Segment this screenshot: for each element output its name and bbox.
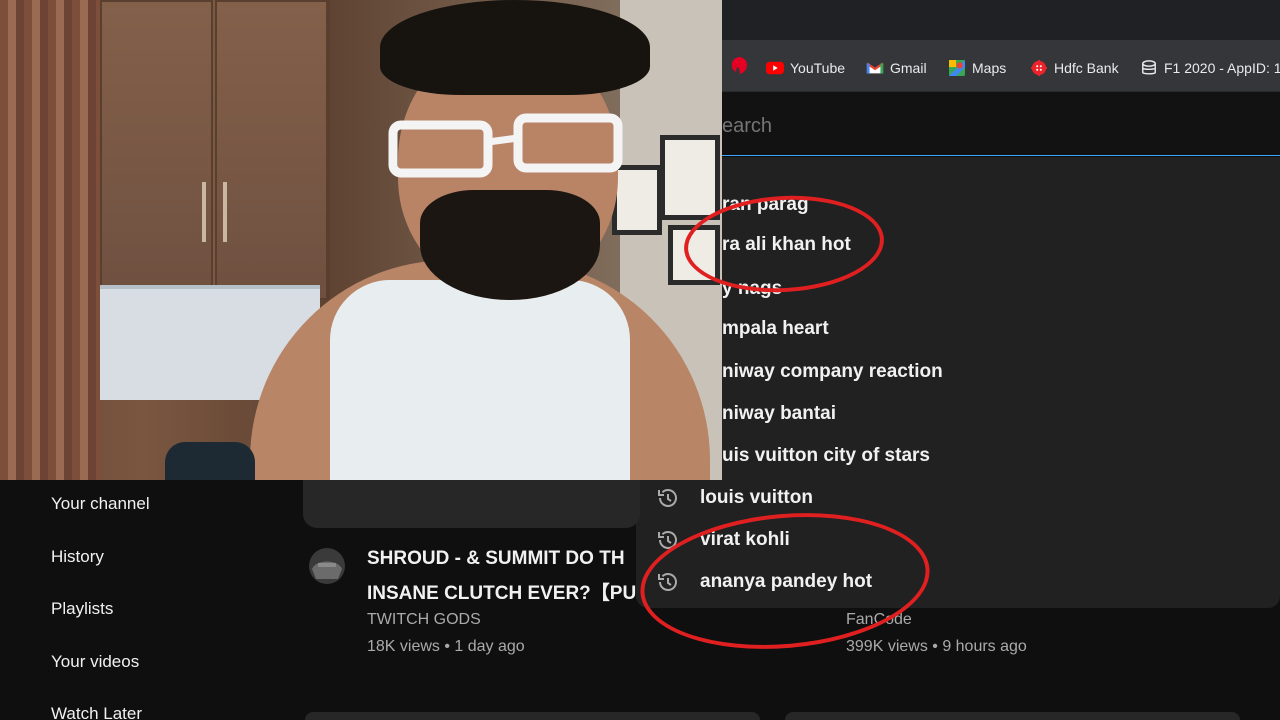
- browser-tabstrip: [722, 0, 1280, 40]
- sidebar: [0, 480, 300, 720]
- bookmark-label: Gmail: [890, 60, 927, 76]
- gmail-icon: [866, 62, 884, 74]
- pinterest-icon[interactable]: [730, 56, 748, 76]
- suggestion-item[interactable]: virat kohli: [700, 529, 790, 551]
- picture-frame: [668, 225, 720, 285]
- suggestion-item[interactable]: ra ali khan hot: [722, 234, 851, 256]
- suggestion-item[interactable]: niway company reaction: [722, 361, 943, 383]
- sidebar-item-watch-later[interactable]: Watch Later: [51, 704, 142, 720]
- video-channel-name[interactable]: TWITCH GODS: [367, 611, 481, 629]
- database-icon: [1142, 60, 1156, 75]
- sidebar-item-playlists[interactable]: Playlists: [51, 599, 113, 619]
- video-channel-name[interactable]: FanCode: [846, 611, 912, 629]
- suggestion-item[interactable]: ran parag: [722, 194, 809, 218]
- bookmark-maps[interactable]: Maps: [948, 58, 1006, 78]
- suggestion-item[interactable]: mpala heart: [722, 318, 829, 340]
- person-beard: [420, 190, 600, 300]
- youtube-icon: [766, 61, 784, 75]
- video-title[interactable]: INSANE CLUTCH EVER?【PU: [367, 578, 667, 605]
- glasses-icon: [388, 113, 623, 178]
- channel-avatar[interactable]: [304, 547, 350, 585]
- bookmark-label: YouTube: [790, 60, 846, 76]
- webcam-overlay: [0, 0, 722, 480]
- person-hair: [380, 0, 650, 95]
- video-thumbnail[interactable]: [305, 712, 760, 720]
- hdfc-icon: [1031, 60, 1047, 76]
- suggestion-item[interactable]: y nags: [722, 278, 782, 300]
- bookmark-gmail[interactable]: Gmail: [866, 58, 927, 78]
- microphone: [165, 442, 255, 480]
- suggestion-item[interactable]: ananya pandey hot: [700, 571, 872, 593]
- curtain: [0, 0, 100, 480]
- wardrobe: [100, 0, 330, 300]
- suggestion-item[interactable]: uis vuitton city of stars: [722, 445, 930, 467]
- maps-icon: [949, 60, 965, 76]
- history-icon: [658, 489, 677, 507]
- sidebar-item-your-channel[interactable]: Your channel: [51, 494, 150, 514]
- bookmark-youtube[interactable]: YouTube: [766, 58, 845, 78]
- video-meta: 399K views • 9 hours ago: [846, 638, 1027, 655]
- picture-frame: [660, 135, 720, 220]
- sidebar-item-history[interactable]: History: [51, 547, 104, 567]
- sidebar-item-your-videos[interactable]: Your videos: [51, 652, 139, 672]
- bookmark-label: Hdfc Bank: [1054, 60, 1119, 76]
- search-input[interactable]: [722, 115, 1262, 138]
- bookmark-label: Maps: [972, 60, 1007, 76]
- suggestion-item[interactable]: niway bantai: [722, 403, 836, 425]
- bookmark-hdfc[interactable]: Hdfc Bank: [1030, 58, 1119, 78]
- bookmark-f1-2020[interactable]: F1 2020 - AppID: 1: [1140, 58, 1280, 78]
- bookmark-label: F1 2020 - AppID: 1: [1164, 60, 1280, 76]
- video-thumbnail[interactable]: [785, 712, 1240, 720]
- video-title[interactable]: SHROUD - & SUMMIT DO TH: [367, 548, 667, 570]
- video-meta: 18K views • 1 day ago: [367, 638, 525, 655]
- person-vest: [330, 280, 630, 480]
- video-thumbnail[interactable]: [303, 480, 640, 528]
- suggestion-item[interactable]: louis vuitton: [700, 487, 813, 509]
